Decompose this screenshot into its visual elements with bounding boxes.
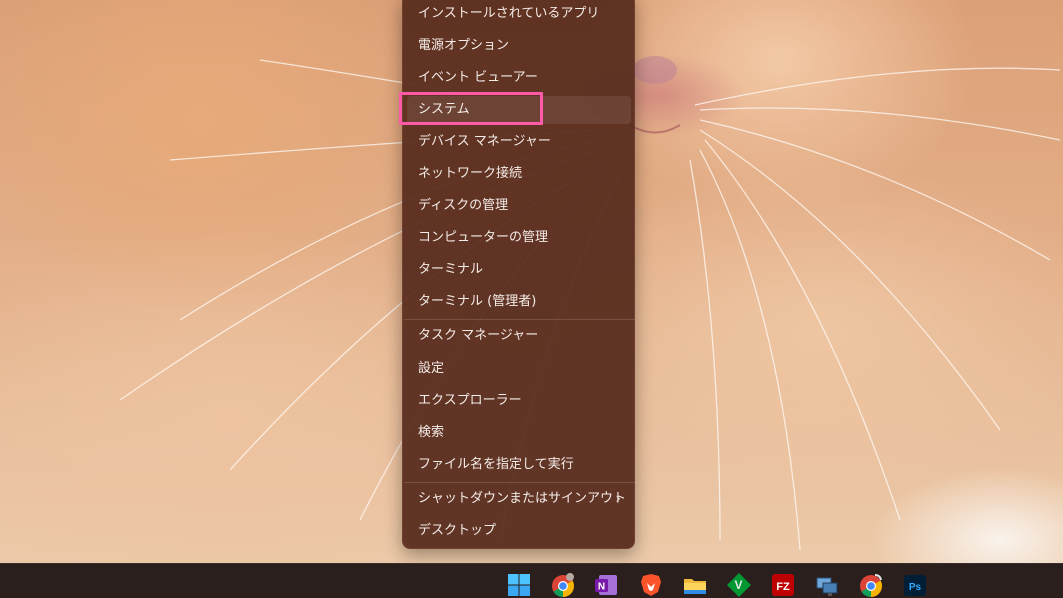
chevron-right-icon: › (615, 491, 621, 507)
file-explorer-icon[interactable] (682, 572, 708, 598)
windows-start-icon[interactable] (506, 572, 532, 598)
menu-item-disk-management[interactable]: ディスクの管理 (407, 192, 631, 220)
menu-item-device-manager[interactable]: デバイス マネージャー (407, 128, 631, 156)
menu-item-label: シャットダウンまたはサインアウト (418, 491, 627, 506)
menu-item-shutdown-signout[interactable]: シャットダウンまたはサインアウト › (407, 485, 631, 513)
menu-item-computer-management[interactable]: コンピューターの管理 (407, 224, 631, 252)
menu-item-event-viewer[interactable]: イベント ビューアー (407, 64, 631, 92)
photoshop-icon[interactable]: Ps (902, 572, 928, 598)
brave-icon[interactable] (638, 572, 664, 598)
menu-item-task-manager[interactable]: タスク マネージャー (407, 322, 631, 350)
menu-item-installed-apps[interactable]: インストールされているアプリ (407, 0, 631, 28)
menu-item-terminal-admin[interactable]: ターミナル (管理者) (407, 288, 631, 316)
menu-item-terminal[interactable]: ターミナル (407, 256, 631, 284)
desktop: インストールされているアプリ 電源オプション イベント ビューアー システム デ… (0, 0, 1063, 598)
menu-item-power-options[interactable]: 電源オプション (407, 32, 631, 60)
taskbar: N V FZ Ps (0, 563, 1063, 598)
photoshop-letters: Ps (909, 582, 922, 593)
remote-desktop-icon[interactable] (814, 572, 840, 598)
vim-letter: V (734, 578, 742, 592)
menu-item-search[interactable]: 検索 (407, 419, 631, 447)
menu-item-settings[interactable]: 設定 (407, 355, 631, 383)
chrome-canary-icon[interactable] (858, 572, 884, 598)
chrome-icon[interactable] (550, 572, 576, 598)
winx-context-menu: インストールされているアプリ 電源オプション イベント ビューアー システム デ… (402, 0, 635, 549)
filezilla-icon[interactable]: FZ (770, 572, 796, 598)
menu-separator (404, 482, 635, 483)
menu-separator (404, 319, 635, 320)
onenote-letter: N (598, 582, 605, 593)
onenote-icon[interactable]: N (593, 572, 619, 598)
menu-item-network-connections[interactable]: ネットワーク接続 (407, 160, 631, 188)
menu-item-desktop[interactable]: デスクトップ (407, 517, 631, 545)
filezilla-letters: FZ (776, 581, 790, 593)
vim-icon[interactable]: V (726, 572, 752, 598)
menu-item-file-explorer[interactable]: エクスプローラー (407, 387, 631, 415)
annotation-highlight-box (399, 92, 543, 125)
menu-item-run[interactable]: ファイル名を指定して実行 (407, 451, 631, 479)
